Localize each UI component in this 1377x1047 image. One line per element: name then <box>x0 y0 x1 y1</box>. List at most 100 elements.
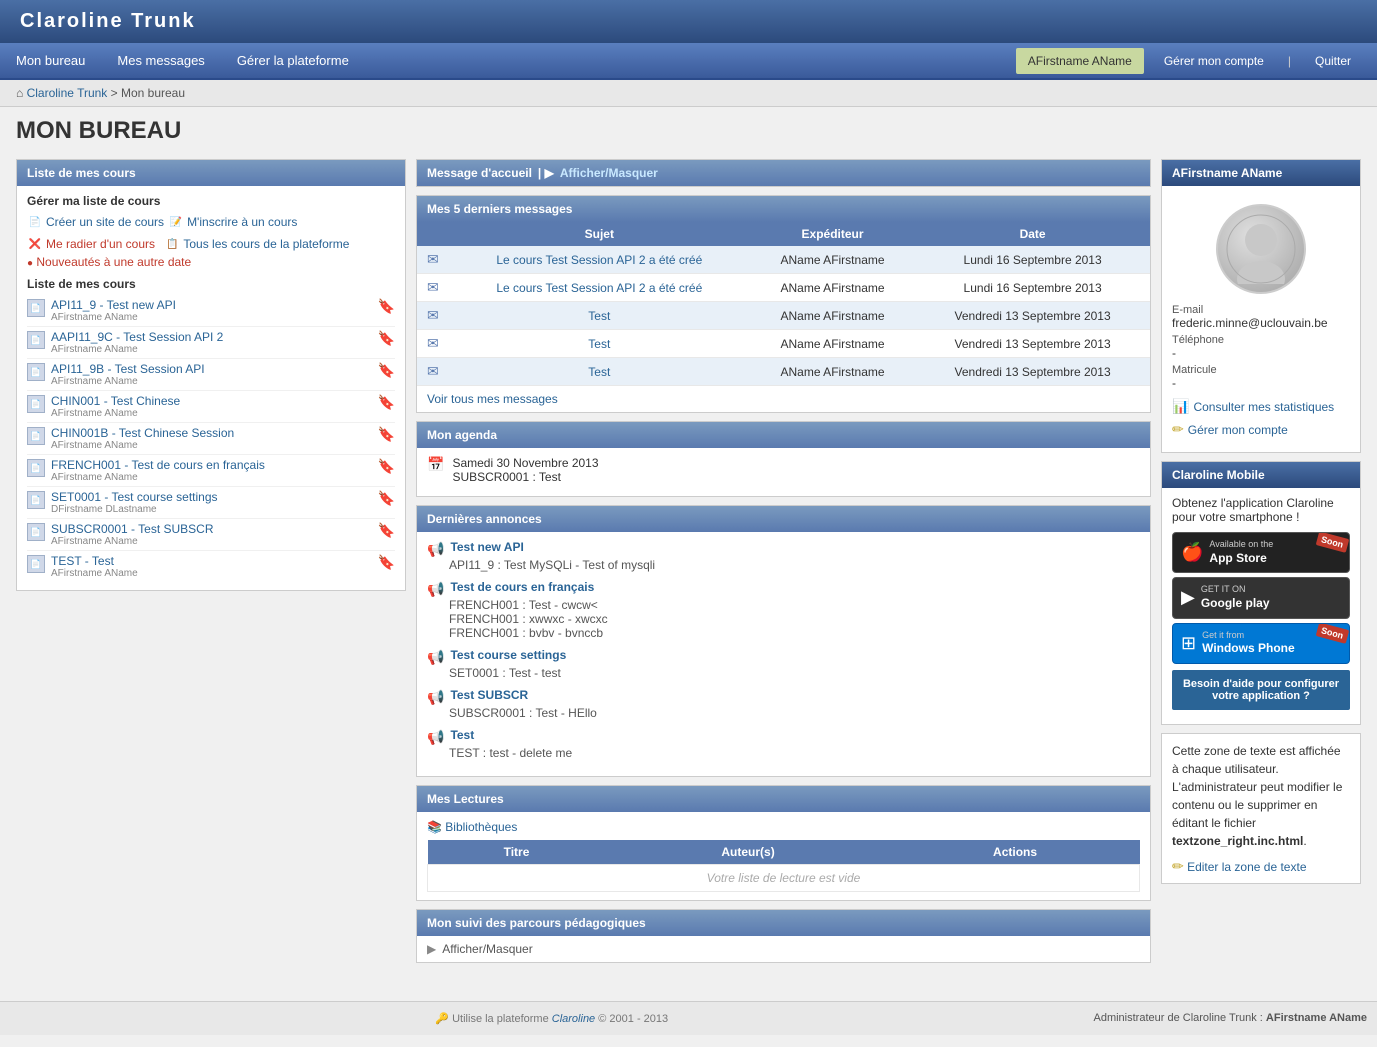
footer-admin-label: Administrateur de Claroline Trunk : <box>1094 1012 1263 1024</box>
unsubscribe-link[interactable]: Me radier d'un cours <box>46 237 155 251</box>
help-button[interactable]: Besoin d'aide pour configurer votre appl… <box>1172 670 1350 710</box>
msg-subject-link-2[interactable]: Test <box>588 309 610 323</box>
course-link-0[interactable]: API11_9 - Test new API <box>51 298 176 312</box>
course-link-1[interactable]: AAPI11_9C - Test Session API 2 <box>51 330 223 344</box>
course-icon: 📄 <box>27 427 45 445</box>
annonce-item: 📢 Test de cours en français FRENCH001 : … <box>427 580 1140 640</box>
subscribe-course-link[interactable]: M'inscrire à un cours <box>187 215 297 229</box>
course-link-4[interactable]: CHIN001B - Test Chinese Session <box>51 426 234 440</box>
annonce-title-link-4[interactable]: Test <box>450 728 474 742</box>
nav-quit[interactable]: Quitter <box>1299 44 1367 78</box>
page-title: MON BUREAU <box>16 117 1361 145</box>
course-item: 📄 CHIN001 - Test Chinese AFirstname ANam… <box>27 391 395 423</box>
stats-link[interactable]: Consulter mes statistiques <box>1193 400 1334 414</box>
google-play-badge[interactable]: ▶ GET IT ON Google play <box>1172 577 1350 618</box>
footer-brand[interactable]: Claroline <box>552 1013 595 1025</box>
breadcrumb-parent[interactable]: Claroline Trunk <box>27 86 108 100</box>
novelties-link-wrapper: ● Nouveautés à une autre date <box>27 255 395 269</box>
message-row: ✉ Test AName AFirstname Vendredi 13 Sept… <box>417 358 1150 386</box>
phone-value: - <box>1172 346 1350 360</box>
course-link-3[interactable]: CHIN001 - Test Chinese <box>51 394 180 408</box>
annonce-details-3: SUBSCR0001 : Test - HEllo <box>449 706 1140 720</box>
user-section-body: E-mail frederic.minne@uclouvain.be Télép… <box>1162 186 1360 452</box>
message-row: ✉ Test AName AFirstname Vendredi 13 Sept… <box>417 330 1150 358</box>
annonce-item: 📢 Test course settings SET0001 : Test - … <box>427 648 1140 680</box>
msg-date-cell-1: Lundi 16 Septembre 2013 <box>915 274 1150 302</box>
annonce-icon-2: 📢 <box>427 649 444 666</box>
bookmark-icon-5[interactable]: 🔖 <box>378 458 395 474</box>
mobile-header: Claroline Mobile <box>1162 462 1360 488</box>
annonce-details-2: SET0001 : Test - test <box>449 666 1140 680</box>
message-row: ✉ Le cours Test Session API 2 a été créé… <box>417 246 1150 274</box>
annonce-details-0: API11_9 : Test MySQLi - Test of mysqli <box>449 558 1140 572</box>
mobile-description: Obtenez l'application Claroline pour vot… <box>1172 496 1350 524</box>
messages-section: Mes 5 derniers messages Sujet Expéditeur… <box>416 195 1151 413</box>
windows-phone-badge[interactable]: ⊞ Get it from Windows Phone Soon <box>1172 623 1350 664</box>
account-link[interactable]: Gérer mon compte <box>1188 423 1288 437</box>
course-item: 📄 AAPI11_9C - Test Session API 2 AFirstn… <box>27 327 395 359</box>
annonce-title-link-1[interactable]: Test de cours en français <box>450 580 594 594</box>
text-zone-section: Cette zone de texte est affichée à chaqu… <box>1161 733 1361 884</box>
nav-gerer-plateforme[interactable]: Gérer la plateforme <box>221 43 365 78</box>
annonces-body: 📢 Test new API API11_9 : Test MySQLi - T… <box>417 532 1150 776</box>
parcours-toggle[interactable]: ▶ Afficher/Masquer <box>427 942 1140 956</box>
messages-table: Sujet Expéditeur Date ✉ Le cours Test Se… <box>417 222 1150 386</box>
course-item: 📄 FRENCH001 - Test de cours en français … <box>27 455 395 487</box>
bookmark-icon-6[interactable]: 🔖 <box>378 490 395 506</box>
bookmark-icon-3[interactable]: 🔖 <box>378 394 395 410</box>
footer-copy: © 2001 - 2013 <box>598 1013 668 1025</box>
lectures-body: 📚 Bibliothèques Titre Auteur(s) Actions … <box>417 812 1150 900</box>
avatar <box>1216 204 1306 294</box>
nav-manage-account[interactable]: Gérer mon compte <box>1148 44 1280 78</box>
msg-sender-cell-1: AName AFirstname <box>750 274 915 302</box>
course-link-2[interactable]: API11_9B - Test Session API <box>51 362 205 376</box>
annonce-title-link-2[interactable]: Test course settings <box>450 648 566 662</box>
msg-subject-cell-4: Test <box>449 358 750 386</box>
see-all-messages-link[interactable]: Voir tous mes messages <box>427 392 558 406</box>
annonce-icon-3: 📢 <box>427 689 444 706</box>
email-value: frederic.minne@uclouvain.be <box>1172 316 1350 330</box>
create-course-link[interactable]: Créer un site de cours <box>46 215 164 229</box>
agenda-text: Samedi 30 Novembre 2013 SUBSCR0001 : Tes… <box>452 456 598 484</box>
annonce-title-link-0[interactable]: Test new API <box>450 540 523 554</box>
msg-subject-link-3[interactable]: Test <box>588 337 610 351</box>
footer-utilise: Utilise la plateforme <box>452 1013 549 1025</box>
courses-list: 📄 API11_9 - Test new API AFirstname ANam… <box>27 295 395 582</box>
bookmark-icon-1[interactable]: 🔖 <box>378 330 395 346</box>
nav-mon-bureau[interactable]: Mon bureau <box>0 43 101 78</box>
msg-subject-link-1[interactable]: Le cours Test Session API 2 a été créé <box>496 281 702 295</box>
course-link-8[interactable]: TEST - Test <box>51 554 114 568</box>
app-store-badge[interactable]: 🍎 Available on the App Store Soon <box>1172 532 1350 573</box>
mobile-body: Obtenez l'application Claroline pour vot… <box>1162 488 1360 724</box>
course-list-links: ❌ Me radier d'un cours 📋 Tous les cours … <box>27 236 395 269</box>
course-link-5[interactable]: FRENCH001 - Test de cours en français <box>51 458 265 472</box>
edit-zone-link[interactable]: Editer la zone de texte <box>1187 860 1306 874</box>
bibliotheques-link[interactable]: Bibliothèques <box>445 820 517 834</box>
msg-subject-link-4[interactable]: Test <box>588 365 610 379</box>
course-teacher-0: AFirstname AName <box>51 312 374 323</box>
course-link-7[interactable]: SUBSCR0001 - Test SUBSCR <box>51 522 214 536</box>
course-item: 📄 TEST - Test AFirstname AName 🔖 <box>27 551 395 582</box>
msg-col-sender: Expéditeur <box>750 222 915 246</box>
right-panel: AFirstname AName E-mail frederi <box>1161 159 1361 971</box>
matricule-value: - <box>1172 376 1350 390</box>
course-link-6[interactable]: SET0001 - Test course settings <box>51 490 218 504</box>
nav-mes-messages[interactable]: Mes messages <box>101 43 220 78</box>
avatar-container <box>1172 194 1350 304</box>
all-courses-link[interactable]: Tous les cours de la plateforme <box>183 237 349 251</box>
bookmark-icon-8[interactable]: 🔖 <box>378 554 395 570</box>
msg-icon-cell-0: ✉ <box>417 246 449 274</box>
bookmark-icon-0[interactable]: 🔖 <box>378 298 395 314</box>
annonce-title-link-3[interactable]: Test SUBSCR <box>450 688 528 702</box>
bookmark-icon-7[interactable]: 🔖 <box>378 522 395 538</box>
toggle-welcome-link[interactable]: Afficher/Masquer <box>560 166 658 180</box>
bookmark-icon-4[interactable]: 🔖 <box>378 426 395 442</box>
msg-subject-link-0[interactable]: Le cours Test Session API 2 a été créé <box>496 253 702 267</box>
course-icon: 📄 <box>27 523 45 541</box>
user-section: AFirstname AName E-mail frederi <box>1161 159 1361 453</box>
msg-envelope-icon-0: ✉ <box>427 251 439 267</box>
novelties-link[interactable]: Nouveautés à une autre date <box>36 255 191 269</box>
edit-icon: ✏ <box>1172 858 1184 874</box>
bookmark-icon-2[interactable]: 🔖 <box>378 362 395 378</box>
annonce-icon-0: 📢 <box>427 541 444 558</box>
